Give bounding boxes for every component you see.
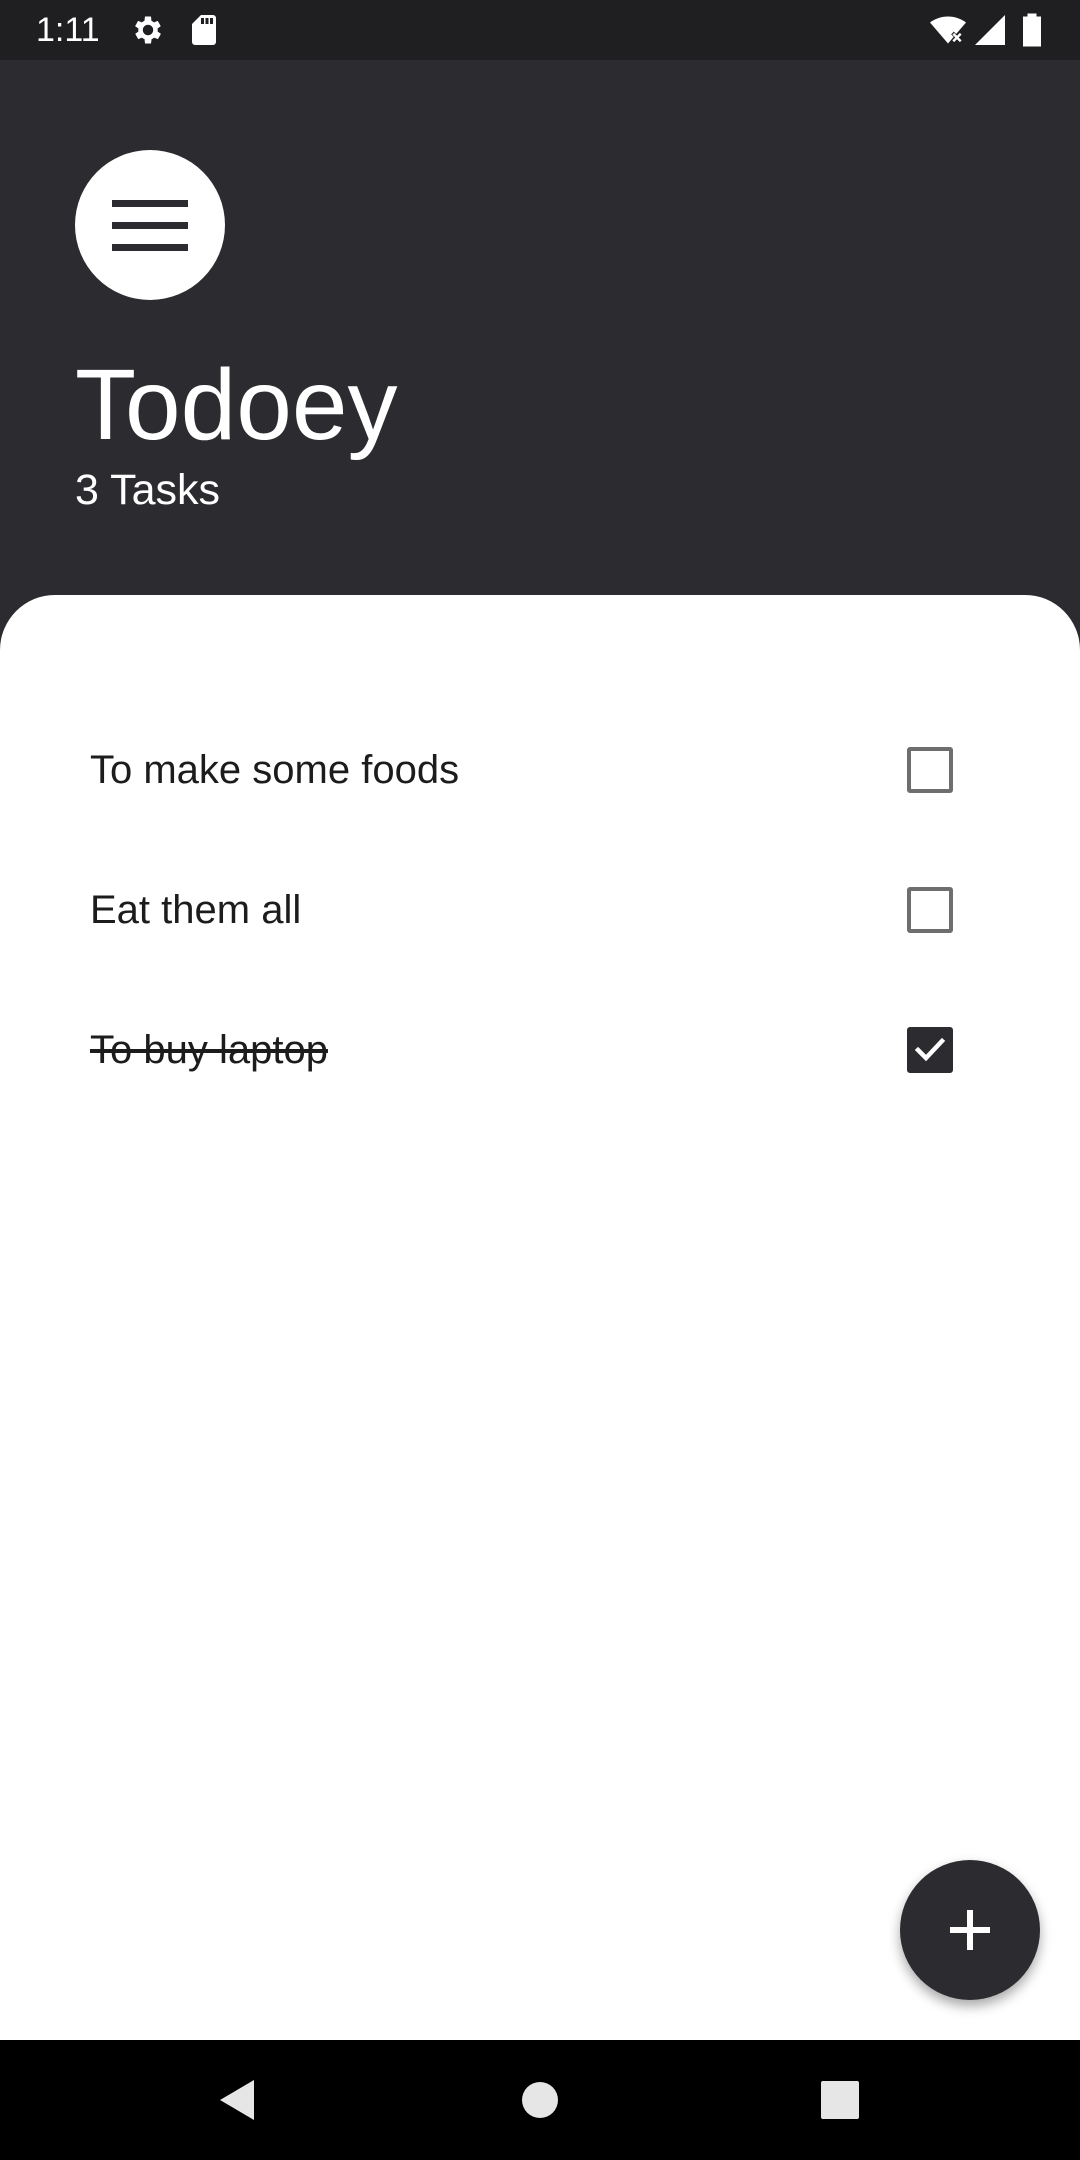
task-label: To make some foods <box>90 748 460 792</box>
task-item[interactable]: To make some foods <box>0 700 1080 840</box>
task-checkbox[interactable] <box>907 747 953 793</box>
home-icon[interactable] <box>510 2070 570 2130</box>
task-checkbox[interactable] <box>907 887 953 933</box>
navigation-bar <box>0 2040 1080 2160</box>
plus-icon <box>950 1910 990 1950</box>
task-item[interactable]: Eat them all <box>0 840 1080 980</box>
gear-icon <box>130 12 166 48</box>
task-count: 3 Tasks <box>75 466 220 514</box>
task-checkbox-checked[interactable] <box>907 1027 953 1073</box>
task-list: To make some foods Eat them all To buy l… <box>0 700 1080 1120</box>
status-bar: 1:11 <box>0 0 1080 60</box>
task-label: To buy laptop <box>90 1028 328 1072</box>
wifi-icon <box>928 12 966 48</box>
sd-card-icon <box>186 12 222 48</box>
header: Todoey 3 Tasks <box>0 60 1080 600</box>
battery-icon <box>1020 12 1056 48</box>
status-time: 1:11 <box>36 11 100 49</box>
screen: 1:11 Todoey 3 Tasks To make some foods E… <box>0 0 1080 2160</box>
recents-icon[interactable] <box>810 2070 870 2130</box>
add-task-button[interactable] <box>900 1860 1040 2000</box>
app-title: Todoey <box>75 349 398 461</box>
signal-icon <box>972 12 1008 48</box>
task-item[interactable]: To buy laptop <box>0 980 1080 1120</box>
task-label: Eat them all <box>90 888 302 932</box>
menu-button[interactable] <box>75 150 225 300</box>
task-sheet: To make some foods Eat them all To buy l… <box>0 595 1080 2040</box>
checkmark-icon <box>914 1037 946 1062</box>
hamburger-menu-icon <box>112 200 188 251</box>
back-icon[interactable] <box>208 2070 268 2130</box>
